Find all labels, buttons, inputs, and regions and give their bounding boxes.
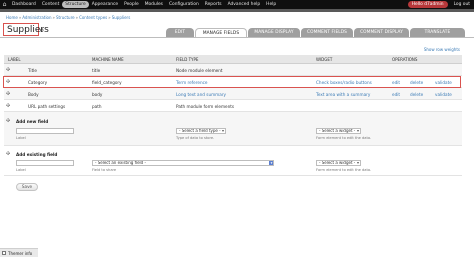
new-field-label-input[interactable] <box>16 128 74 134</box>
field-label: URL path settings <box>28 104 66 109</box>
drag-handle-icon[interactable]: ✣ <box>6 118 10 124</box>
breadcrumb-home[interactable]: Home <box>6 15 18 20</box>
chevron-down-icon: ▾ <box>269 161 273 165</box>
add-existing-field-heading: Add existing field <box>16 152 58 157</box>
validate-link[interactable]: validate <box>435 92 452 97</box>
field-label: Body <box>28 92 39 97</box>
toolbar-configuration[interactable]: Configuration <box>166 1 202 8</box>
col-label-header: LABEL <box>8 57 21 62</box>
field-type-select[interactable]: - Select a field type - ▾ <box>176 128 226 134</box>
toolbar-reports[interactable]: Reports <box>202 1 225 8</box>
tab-edit[interactable]: EDIT <box>166 28 194 37</box>
shortcut-bar <box>0 9 474 12</box>
existing-field-label-input[interactable] <box>16 160 74 166</box>
page-title-suffix: o <box>40 27 44 34</box>
breadcrumb-suppliers[interactable]: Suppliers <box>112 15 131 20</box>
widget-select[interactable]: - Select a widget - ▾ <box>316 128 361 134</box>
tab-manage-display[interactable]: MANAGE DISPLAY <box>248 28 300 37</box>
field-machine-name: field_category <box>92 80 122 85</box>
widget-caption: Form element to edit the data. <box>316 136 372 140</box>
drag-handle-icon[interactable]: ✣ <box>6 103 10 109</box>
existing-widget-caption: Form element to edit the data. <box>316 168 372 172</box>
field-type-link[interactable]: Long text and summary <box>176 92 226 97</box>
user-greeting[interactable]: Hello d7admin <box>407 1 448 8</box>
col-operations-header: OPERATIONS <box>392 57 418 62</box>
field-label: Category <box>28 80 48 85</box>
field-label: Title <box>28 68 37 73</box>
widget-link[interactable]: Check boxes/radio buttons <box>316 80 372 85</box>
validate-link[interactable]: validate <box>435 80 452 85</box>
existing-field-label-caption: Label <box>16 168 26 172</box>
drag-handle-icon[interactable]: ✣ <box>6 91 10 97</box>
field-type-link[interactable]: Term reference <box>176 80 207 85</box>
table-row <box>4 64 462 76</box>
toolbar-advanced-help[interactable]: Advanced help <box>225 1 264 8</box>
toolbar-structure[interactable]: Structure <box>62 1 89 8</box>
themer-info-toggle[interactable]: Themer info <box>0 248 38 257</box>
field-machine-name: title <box>92 68 101 73</box>
drag-handle-icon[interactable]: ✣ <box>6 67 10 73</box>
breadcrumb-structure[interactable]: Structure <box>56 15 75 20</box>
tab-translate[interactable]: TRANSLATE <box>410 28 465 37</box>
chevron-down-icon: ▾ <box>221 128 224 133</box>
field-type: Path module form elements <box>176 104 235 109</box>
add-new-field-heading: Add new field <box>16 119 49 124</box>
admin-toolbar: ⌂ Dashboard Content Structure Appearance… <box>0 0 474 9</box>
tabs-baseline <box>0 37 474 38</box>
show-row-weights-link[interactable]: Show row weights <box>424 47 460 52</box>
col-machine-name-header: MACHINE NAME <box>92 57 124 62</box>
field-machine-name: path <box>92 104 102 109</box>
toolbar-content[interactable]: Content <box>39 1 62 8</box>
toolbar-appearance[interactable]: Appearance <box>89 1 121 8</box>
drag-handle-icon[interactable]: ✣ <box>6 79 10 85</box>
existing-widget-select[interactable]: - Select a widget - ▾ <box>316 160 361 166</box>
field-machine-name: body <box>92 92 103 97</box>
themer-info-label: Themer info <box>8 250 33 256</box>
tab-comment-fields[interactable]: COMMENT FIELDS <box>301 28 353 37</box>
existing-field-caption: Field to share <box>92 168 117 172</box>
chevron-down-icon: ▾ <box>356 160 359 165</box>
save-button[interactable]: Save <box>16 183 38 191</box>
checkbox-icon[interactable] <box>2 251 6 255</box>
toolbar-help[interactable]: Help <box>263 1 279 8</box>
field-type-caption: Type of data to store. <box>176 136 215 140</box>
widget-link[interactable]: Text area with a summary <box>316 92 370 97</box>
edit-link[interactable]: edit <box>392 80 400 85</box>
delete-link[interactable]: delete <box>410 80 423 85</box>
new-field-label-caption: Label <box>16 136 26 140</box>
logout-link[interactable]: Log out <box>450 2 474 7</box>
field-type: Node module element <box>176 68 223 73</box>
breadcrumb-administration[interactable]: Administration <box>22 15 51 20</box>
chevron-down-icon: ▾ <box>356 128 359 133</box>
toolbar-people[interactable]: People <box>121 1 142 8</box>
col-field-type-header: FIELD TYPE <box>176 57 199 62</box>
existing-field-select[interactable]: - Select an existing field - ▾ <box>92 160 274 166</box>
toolbar-modules[interactable]: Modules <box>142 1 166 8</box>
drag-handle-icon[interactable]: ✣ <box>6 151 10 157</box>
edit-link[interactable]: edit <box>392 92 400 97</box>
col-widget-header: WIDGET <box>316 57 333 62</box>
home-icon[interactable]: ⌂ <box>0 0 9 9</box>
delete-link[interactable]: delete <box>410 92 423 97</box>
toolbar-dashboard[interactable]: Dashboard <box>9 1 39 8</box>
breadcrumb-content-types[interactable]: Content types <box>79 15 107 20</box>
breadcrumb: Home»Administration»Structure»Content ty… <box>6 14 131 20</box>
tab-comment-display[interactable]: COMMENT DISPLAY <box>354 28 409 37</box>
